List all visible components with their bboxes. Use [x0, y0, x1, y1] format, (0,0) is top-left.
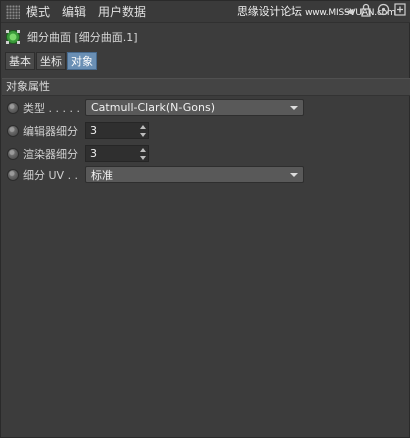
stepper-arrows-icon[interactable] — [140, 125, 146, 137]
editor-subdiv-label: 编辑器细分 — [23, 125, 78, 138]
menubar: 模式 编辑 用户数据 思缘设计论坛 www.MISSVUAN.com ◄ — [1, 1, 410, 23]
target-icon[interactable] — [376, 3, 390, 19]
render-subdiv-row: 渲染器细分 — [7, 145, 85, 163]
type-value: Catmull-Clark(N-Gons) — [91, 101, 216, 114]
watermark-main: 思缘设计论坛 — [237, 5, 302, 18]
attribute-manager-panel: 模式 编辑 用户数据 思缘设计论坛 www.MISSVUAN.com ◄ 细分曲… — [0, 0, 410, 438]
section-object-properties: 对象属性 — [2, 78, 410, 96]
chevron-down-icon — [290, 173, 298, 177]
editor-subdiv-value: 3 — [90, 124, 97, 137]
type-dropdown[interactable]: Catmull-Clark(N-Gons) — [85, 99, 304, 116]
editor-subdiv-animate-radio[interactable] — [7, 125, 19, 137]
subdiv-uv-row: 细分 UV . . — [7, 166, 85, 184]
panel-grip-icon[interactable] — [6, 4, 20, 19]
type-label: 类型 . . . . . — [23, 102, 80, 115]
stepper-arrows-icon[interactable] — [140, 148, 146, 160]
render-subdiv-input[interactable]: 3 — [85, 145, 149, 162]
back-arrow-icon[interactable]: ◄ — [342, 3, 356, 19]
new-panel-icon[interactable] — [393, 3, 407, 19]
type-row: 类型 . . . . . — [7, 99, 85, 117]
render-subdiv-label: 渲染器细分 — [23, 148, 78, 161]
subdiv-uv-dropdown[interactable]: 标准 — [85, 166, 304, 183]
subdiv-uv-value: 标准 — [91, 168, 113, 182]
subdivision-surface-icon — [5, 29, 21, 45]
lock-icon[interactable] — [359, 3, 373, 19]
chevron-down-icon — [290, 106, 298, 110]
menu-mode[interactable]: 模式 — [26, 3, 50, 20]
nav-icons: ◄ — [342, 3, 407, 19]
menu-edit[interactable]: 编辑 — [62, 3, 86, 20]
render-subdiv-value: 3 — [90, 147, 97, 160]
tab-object[interactable]: 对象 — [67, 52, 97, 70]
subdiv-uv-label: 细分 UV . . — [23, 169, 79, 182]
editor-subdiv-input[interactable]: 3 — [85, 122, 149, 139]
property-tabs: 基本 坐标 对象 — [5, 52, 97, 70]
render-subdiv-animate-radio[interactable] — [7, 148, 19, 160]
subdiv-uv-animate-radio[interactable] — [7, 169, 19, 181]
tab-basic[interactable]: 基本 — [5, 52, 35, 70]
menu-user-data[interactable]: 用户数据 — [98, 3, 146, 20]
object-title: 细分曲面 [细分曲面.1] — [27, 31, 138, 44]
object-header: 细分曲面 [细分曲面.1] — [5, 28, 138, 46]
tab-coordinates[interactable]: 坐标 — [36, 52, 66, 70]
type-animate-radio[interactable] — [7, 102, 19, 114]
editor-subdiv-row: 编辑器细分 — [7, 122, 85, 140]
